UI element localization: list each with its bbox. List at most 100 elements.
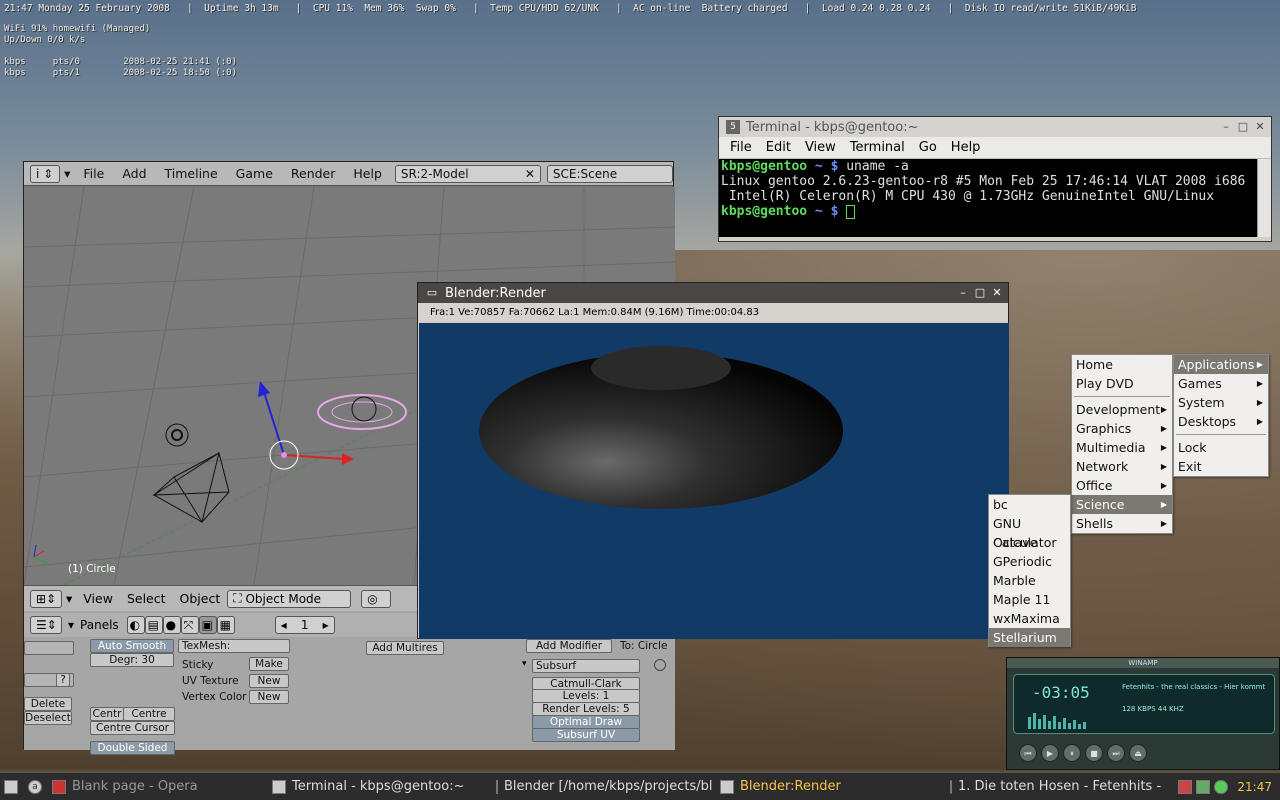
logic-tab-icon[interactable]: ◐ [126, 616, 145, 634]
pause-icon[interactable]: ⏸ [1063, 744, 1081, 762]
collapse-icon[interactable]: ▾ [66, 591, 72, 606]
taskbar-item-render[interactable]: Blender:Render [716, 779, 936, 794]
sticky-make-button[interactable]: Make [249, 657, 289, 671]
close-icon[interactable]: ✕ [990, 286, 1004, 300]
tray-app-icon[interactable] [1178, 779, 1192, 794]
taskbar-item-winamp[interactable]: 1. Die toten Hosen - Fetenhits - [946, 779, 1161, 794]
terminal-titlebar[interactable]: 5 Terminal - kbps@gentoo:~ – □ ✕ [719, 117, 1271, 137]
menu-item-wxmaxima[interactable]: wxMaxima [989, 609, 1070, 628]
context-tabs[interactable]: ◐ ▤ ● ⤧ ▣ ▦ [126, 616, 235, 634]
menu-item-graphics[interactable]: Graphics ▶ [1072, 419, 1172, 438]
menu-select[interactable]: Select [127, 591, 166, 606]
terminal-menu-terminal[interactable]: Terminal [850, 140, 905, 155]
texmesh-field[interactable]: TexMesh: [178, 639, 290, 653]
menu-item-games[interactable]: Games ▶ [1174, 374, 1268, 393]
expand-icon[interactable]: ▾ [522, 659, 527, 669]
window-menu-icon[interactable]: ▭ [425, 286, 439, 300]
play-icon[interactable]: ▶ [1041, 744, 1059, 762]
terminal-menu-view[interactable]: View [805, 140, 836, 155]
collapse-icon[interactable]: ▾ [68, 618, 74, 632]
show-desktop-icon[interactable] [4, 779, 18, 794]
deselect-button[interactable]: Deselect [24, 711, 72, 725]
modifier-apply-icon[interactable] [654, 659, 666, 671]
terminal-menu-help[interactable]: Help [951, 140, 981, 155]
editing-tab-icon[interactable]: ▣ [198, 616, 217, 634]
menu-object[interactable]: Object [180, 591, 221, 606]
eject-icon[interactable]: ⏏ [1129, 744, 1147, 762]
collapse-icon[interactable]: ▾ [64, 166, 70, 181]
network-tray-icon[interactable] [1196, 779, 1210, 794]
menu-file[interactable]: File [83, 166, 104, 181]
object-tab-icon[interactable]: ⤧ [180, 616, 199, 634]
minimize-icon[interactable]: – [956, 286, 970, 300]
menu-item-system[interactable]: System ▶ [1174, 393, 1268, 412]
minimize-icon[interactable]: – [1219, 120, 1233, 134]
previous-icon[interactable]: ⏮ [1019, 744, 1037, 762]
centre-cursor-button[interactable]: Centre Cursor [90, 721, 175, 735]
menu-render[interactable]: Render [291, 166, 336, 181]
add-multires-button[interactable]: Add Multires [366, 641, 444, 655]
menu-item-play-dvd[interactable]: Play DVD [1072, 374, 1172, 393]
menu-item-lock[interactable]: Lock [1174, 438, 1268, 457]
blank-field[interactable] [24, 641, 74, 655]
close-icon[interactable]: ✕ [1253, 120, 1267, 134]
winamp-titlebar[interactable]: WINAMP [1007, 658, 1279, 668]
menu-item-marble[interactable]: Marble [989, 571, 1070, 590]
clock[interactable]: 21:47 [1237, 780, 1272, 794]
menu-item-applications[interactable]: Applications ▶ [1174, 355, 1268, 374]
taskbar-item-terminal[interactable]: Terminal - kbps@gentoo:~ [268, 779, 482, 794]
scene-selector[interactable]: SCE:Scene [546, 164, 673, 183]
info-icon[interactable]: i ⇕ [30, 164, 61, 183]
taskbar-item-blender[interactable]: Blender [/home/kbps/projects/bl [492, 779, 713, 794]
help-button[interactable]: ? [56, 673, 70, 687]
menu-item-exit[interactable]: Exit [1174, 457, 1268, 476]
degr-field[interactable]: Degr: 30 [90, 653, 174, 667]
close-icon[interactable]: ✕ [525, 167, 535, 181]
draw-type-icon[interactable]: ◎ [361, 589, 392, 608]
centr-button[interactable]: Centr [90, 707, 124, 721]
render-levels-field[interactable]: Render Levels: 5 [532, 702, 640, 716]
app-launcher-icon[interactable]: a [28, 779, 42, 794]
terminal-menu-file[interactable]: File [730, 140, 752, 155]
levels-field[interactable]: Levels: 1 [532, 689, 640, 703]
scene-tab-icon[interactable]: ▦ [216, 616, 235, 634]
maximize-icon[interactable]: □ [1236, 120, 1250, 134]
script-tab-icon[interactable]: ▤ [144, 616, 163, 634]
next-icon[interactable]: ⏭ [1107, 744, 1125, 762]
optimal-draw-toggle[interactable]: Optimal Draw [532, 715, 640, 729]
double-sided-toggle[interactable]: Double Sided [90, 741, 175, 755]
uv-texture-new-button[interactable]: New [249, 674, 289, 688]
menu-timeline[interactable]: Timeline [165, 166, 218, 181]
menu-item-shells[interactable]: Shells ▶ [1072, 514, 1172, 533]
menu-item-stellarium[interactable]: Stellarium [989, 628, 1070, 647]
track-time[interactable]: -03:05 [1032, 683, 1090, 702]
menu-item-science[interactable]: Science ▶ [1072, 495, 1172, 514]
menu-item-office[interactable]: Office ▶ [1072, 476, 1172, 495]
terminal-menu-go[interactable]: Go [919, 140, 937, 155]
menu-game[interactable]: Game [236, 166, 273, 181]
buttons-editor-icon[interactable]: ☰⇕ [30, 616, 62, 634]
terminal-menu-edit[interactable]: Edit [766, 140, 791, 155]
menu-item-multimedia[interactable]: Multimedia ▶ [1072, 438, 1172, 457]
menu-add[interactable]: Add [122, 166, 146, 181]
centre-new-button[interactable]: Centre New [123, 707, 175, 733]
menu-item-home[interactable]: Home [1072, 355, 1172, 374]
menu-item-bc[interactable]: bc [989, 495, 1070, 514]
stop-icon[interactable]: ■ [1085, 744, 1103, 762]
shading-tab-icon[interactable]: ● [162, 616, 181, 634]
menu-item-maple[interactable]: Maple 11 [989, 590, 1070, 609]
taskbar-item-opera[interactable]: Blank page - Opera [48, 779, 258, 794]
subsurf-uv-toggle[interactable]: Subsurf UV [532, 728, 640, 742]
editor-type-icon[interactable]: ⊞⇕ [30, 589, 62, 608]
menu-item-desktops[interactable]: Desktops ▶ [1174, 412, 1268, 431]
render-titlebar[interactable]: ▭ Blender:Render – □ ✕ [418, 283, 1008, 303]
terminal-scrollbar[interactable] [1257, 159, 1271, 237]
screen-selector[interactable]: SR:2-Model ✕ [394, 164, 541, 183]
menu-item-gperiodic[interactable]: GPeriodic [989, 552, 1070, 571]
menu-help[interactable]: Help [353, 166, 382, 181]
menu-item-network[interactable]: Network ▶ [1072, 457, 1172, 476]
frame-field[interactable]: ◂ 1 ▸ [274, 616, 335, 634]
vertex-color-new-button[interactable]: New [249, 690, 289, 704]
menu-item-calculator[interactable]: Calculator [989, 533, 1070, 552]
menu-view[interactable]: View [83, 591, 113, 606]
